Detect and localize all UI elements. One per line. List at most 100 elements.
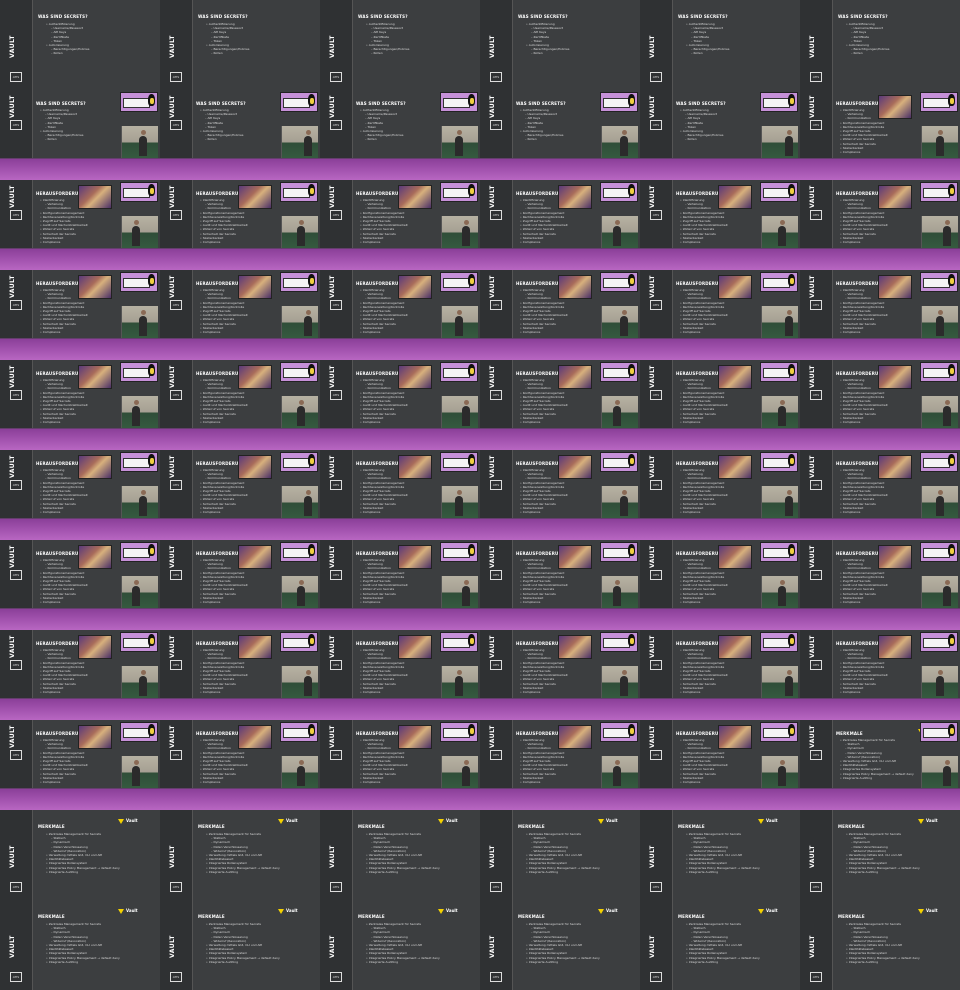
slide-thumbnail[interactable]: VAULT ATIS HERAUSFORDERUNGEN • Identifizier… (800, 630, 960, 720)
speaker-figure (943, 760, 951, 786)
slide-thumbnail[interactable]: VAULT ATIS WAS SIND SECRETS? • Authentifizi… (640, 90, 800, 180)
slide-thumbnail[interactable]: VAULT ATIS HERAUSFORDERUNGEN • Identifizier… (0, 720, 160, 810)
slide-thumbnail[interactable]: VAULT ATIS WAS SIND SECRETS? • Authentifizi… (160, 0, 320, 90)
speaker-camera (601, 216, 638, 248)
slide-photo (718, 275, 752, 299)
slide-thumbnail[interactable]: VAULT ATIS HERAUSFORDERUNGEN • Identifizier… (160, 720, 320, 810)
slide-sidebar: VAULT ATIS (160, 630, 193, 699)
slide-thumbnail[interactable]: VAULT ATIS HERAUSFORDERUNGEN • Identifizier… (320, 720, 480, 810)
slide-title: MERKMALE (358, 824, 385, 829)
slide-thumbnail[interactable]: VAULT ATIS HERAUSFORDERUNGEN • Identifizier… (800, 450, 960, 540)
slide-thumbnail[interactable]: VAULT ATIS HERAUSFORDERUNGEN • Identifizier… (320, 450, 480, 540)
slide-photo (718, 365, 752, 389)
slide-thumbnail[interactable]: VAULT ATIS WAS SIND SECRETS? • Authentifizi… (0, 0, 160, 90)
slide-thumbnail[interactable]: VAULTATISMERKMALEVault• Zentrales Manage… (640, 810, 800, 900)
slide-thumbnail[interactable]: VAULT ATIS WAS SIND SECRETS? • Authentifizi… (480, 90, 640, 180)
bullet-item: • Compliance (40, 240, 61, 245)
linux-penguin-logo (920, 362, 958, 382)
bullet-item: – Rollen (851, 51, 863, 56)
logo-banner (123, 188, 150, 198)
bullet-item: • Compliance (840, 240, 861, 245)
slide-thumbnail[interactable]: VAULT ATIS HERAUSFORDERUNGEN • Identifizier… (640, 360, 800, 450)
slide-thumbnail[interactable]: VAULT ATIS HERAUSFORDERUNGEN • Identifizier… (800, 180, 960, 270)
slide-thumbnail[interactable]: VAULT ATIS WAS SIND SECRETS? • Authentifizi… (800, 0, 960, 90)
slide-thumbnail[interactable]: VAULT ATIS HERAUSFORDERUNGEN • Identifizier… (800, 540, 960, 630)
slide-thumbnail[interactable]: VAULT ATIS HERAUSFORDERUNGEN • Identifizier… (640, 630, 800, 720)
linux-penguin-logo (440, 452, 478, 472)
linux-penguin-logo (440, 632, 478, 652)
speaker-camera (441, 576, 478, 608)
slide-thumbnail[interactable]: VAULTATISMERKMALEVault• Zentrales Manage… (0, 810, 160, 900)
slide-thumbnail[interactable]: VAULT ATIS HERAUSFORDERUNGEN • Identifizier… (640, 720, 800, 810)
slide-thumbnail[interactable]: VAULT ATIS HERAUSFORDERUNGEN • Identifizier… (160, 360, 320, 450)
tux-icon (308, 364, 315, 376)
speaker-figure (297, 400, 305, 426)
slide-thumbnail[interactable]: VAULT ATIS HERAUSFORDERUNGEN • Identifizier… (160, 630, 320, 720)
slide-thumbnail[interactable]: VAULTATISMERKMALEVault• Zentrales Manage… (320, 900, 480, 990)
slide-photo (238, 275, 272, 299)
slide-photo (398, 545, 432, 569)
slide-thumbnail[interactable]: VAULT ATIS HERAUSFORDERUNGEN • Identifizier… (0, 360, 160, 450)
slide-thumbnail[interactable]: VAULT ATIS HERAUSFORDERUNGEN • Identifizier… (160, 540, 320, 630)
slide-thumbnail[interactable]: VAULT ATIS HERAUSFORDERUNGEN • Identifizier… (480, 450, 640, 540)
slide-thumbnail[interactable]: VAULT ATIS HERAUSFORDERUNGEN • Identifizier… (0, 540, 160, 630)
slide-thumbnail[interactable]: VAULT ATIS HERAUSFORDERUNGEN • Identifizier… (800, 90, 960, 180)
slide-thumbnail[interactable]: VAULT ATIS WAS SIND SECRETS? • Authentifizi… (0, 90, 160, 180)
slide-thumbnail[interactable]: VAULT ATIS HERAUSFORDERUNGEN • Identifizier… (0, 450, 160, 540)
slide-photo (78, 725, 112, 749)
logo-banner (283, 728, 310, 738)
bullet-item: • Integrierte Auditing (840, 775, 873, 780)
slide-thumbnail[interactable]: VAULT ATIS HERAUSFORDERUNGEN • Identifizier… (320, 180, 480, 270)
speaker-camera (121, 666, 158, 698)
slide-thumbnail[interactable]: VAULT ATIS HERAUSFORDERUNGEN • Identifizier… (640, 180, 800, 270)
slide-thumbnail[interactable]: VAULT ATIS HERAUSFORDERUNGEN • Identifizier… (320, 360, 480, 450)
tux-icon (468, 634, 475, 646)
slide-thumbnail[interactable]: VAULT ATIS WAS SIND SECRETS? • Authentifizi… (160, 90, 320, 180)
slide-thumbnail[interactable]: VAULT ATIS WAS SIND SECRETS? • Authentifizi… (480, 0, 640, 90)
slide-thumbnail[interactable]: VAULT ATIS HERAUSFORDERUNGEN • Identifizier… (0, 630, 160, 720)
slide-thumbnail[interactable]: VAULT ATIS HERAUSFORDERUNGEN • Identifizier… (480, 180, 640, 270)
slide-thumbnail[interactable]: VAULTATISMERKMALEVault• Zentrales Manage… (640, 900, 800, 990)
speaker-figure (132, 220, 140, 246)
bullet-item: • Compliance (200, 780, 221, 785)
slide-thumbnail[interactable]: VAULT ATIS HERAUSFORDERUNGEN • Identifizier… (480, 270, 640, 360)
slide-thumbnail[interactable]: VAULTATISMERKMALEVault• Zentrales Manage… (480, 810, 640, 900)
slide-thumbnail[interactable]: VAULT ATIS HERAUSFORDERUNGEN • Identifizier… (640, 540, 800, 630)
slide-thumbnail[interactable]: VAULTATISMERKMALEVault• Zentrales Manage… (480, 900, 640, 990)
sidebar-label: VAULT (9, 935, 16, 958)
slide-thumbnail[interactable]: VAULT ATIS HERAUSFORDERUNGEN • Identifizier… (160, 180, 320, 270)
slide-thumbnail[interactable]: VAULT ATIS HERAUSFORDERUNGEN • Identifizier… (480, 720, 640, 810)
slide-thumbnail[interactable]: VAULT ATIS HERAUSFORDERUNGEN • Identifizier… (640, 450, 800, 540)
slide-thumbnail[interactable]: VAULT ATIS HERAUSFORDERUNGEN • Identifizier… (0, 270, 160, 360)
slide-thumbnail[interactable]: VAULTATISMERKMALEVault• Zentrales Manage… (160, 900, 320, 990)
slide-thumbnail[interactable]: VAULTATISMERKMALEVault• Zentrales Manage… (800, 810, 960, 900)
slide-sidebar: VAULT ATIS (0, 270, 33, 339)
slide-thumbnail[interactable]: VAULT ATIS WAS SIND SECRETS? • Authentifizi… (320, 0, 480, 90)
sidebar-label: VAULT (9, 845, 16, 868)
sidebar-label: VAULT (329, 455, 336, 478)
bullet-item: • Compliance (520, 600, 541, 605)
linux-penguin-logo (600, 632, 638, 652)
slide-thumbnail[interactable]: VAULT ATIS WAS SIND SECRETS? • Authentifizi… (320, 90, 480, 180)
slide-thumbnail[interactable]: VAULT ATIS HERAUSFORDERUNGEN • Identifizier… (320, 270, 480, 360)
slide-thumbnail[interactable]: VAULT ATIS WAS SIND SECRETS? • Authentifizi… (640, 0, 800, 90)
company-logo: ATIS (170, 570, 182, 581)
slide-thumbnail[interactable]: VAULTATISMERKMALEVault• Zentrales Manage… (0, 900, 160, 990)
slide-thumbnail[interactable]: VAULT ATIS HERAUSFORDERUNGEN • Identifizier… (800, 360, 960, 450)
slide-thumbnail[interactable]: VAULT ATIS HERAUSFORDERUNGEN • Identifizier… (0, 180, 160, 270)
slide-thumbnail[interactable]: VAULTATISMERKMALEVault• Zentrales Manage… (800, 720, 960, 810)
slide-thumbnail[interactable]: VAULT ATIS HERAUSFORDERUNGEN • Identifizier… (640, 270, 800, 360)
company-logo: ATIS (10, 210, 22, 221)
slide-thumbnail[interactable]: VAULT ATIS HERAUSFORDERUNGEN • Identifizier… (160, 270, 320, 360)
vault-badge: Vault (758, 818, 778, 824)
slide-thumbnail[interactable]: VAULT ATIS HERAUSFORDERUNGEN • Identifizier… (160, 450, 320, 540)
slide-thumbnail[interactable]: VAULTATISMERKMALEVault• Zentrales Manage… (800, 900, 960, 990)
slide-thumbnail[interactable]: VAULT ATIS HERAUSFORDERUNGEN • Identifizier… (800, 270, 960, 360)
slide-thumbnail[interactable]: VAULTATISMERKMALEVault• Zentrales Manage… (320, 810, 480, 900)
slide-thumbnail[interactable]: VAULT ATIS HERAUSFORDERUNGEN • Identifizier… (480, 360, 640, 450)
slide-thumbnail[interactable]: VAULT ATIS HERAUSFORDERUNGEN • Identifizier… (480, 630, 640, 720)
slide-thumbnail[interactable]: VAULT ATIS HERAUSFORDERUNGEN • Identifizier… (320, 540, 480, 630)
slide-thumbnail[interactable]: VAULT ATIS HERAUSFORDERUNGEN • Identifizier… (480, 540, 640, 630)
slide-thumbnail[interactable]: VAULTATISMERKMALEVault• Zentrales Manage… (160, 810, 320, 900)
slide-thumbnail[interactable]: VAULT ATIS HERAUSFORDERUNGEN • Identifizier… (320, 630, 480, 720)
